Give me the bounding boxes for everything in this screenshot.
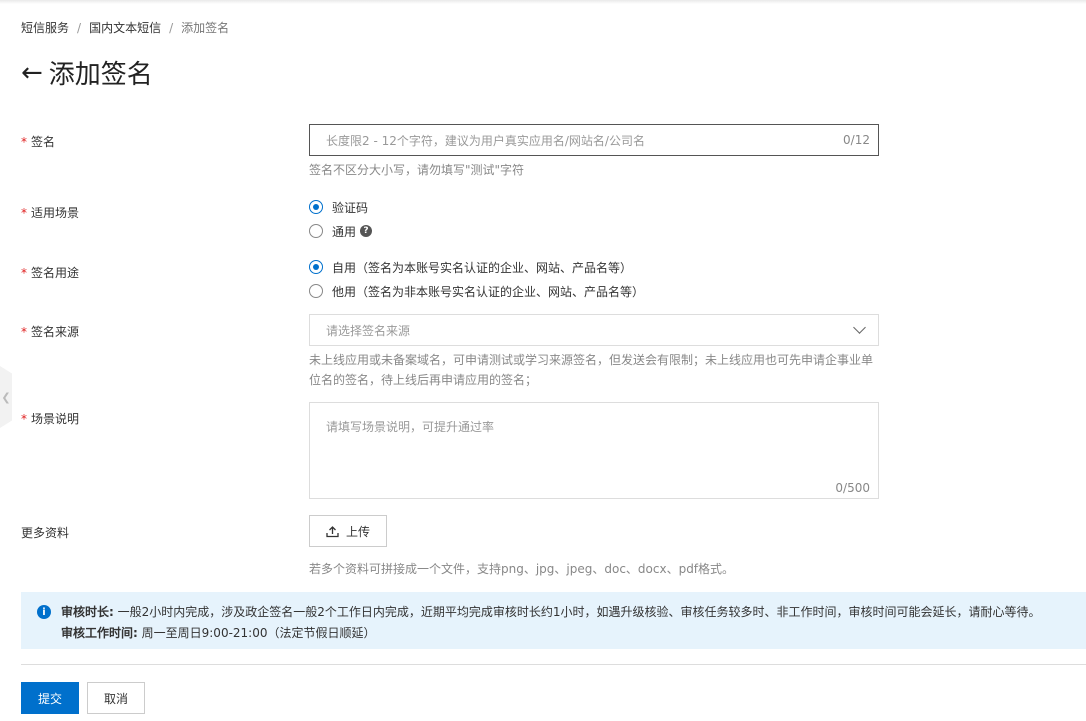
submit-button[interactable]: 提交	[21, 682, 79, 714]
description-counter: 0/500	[835, 481, 870, 495]
review-duration-line: 审核时长: 一般2小时内完成，涉及政企签名一般2个工作日内完成，近期平均完成审核…	[61, 605, 1041, 619]
info-icon: i	[37, 605, 51, 619]
purpose-option-others[interactable]: 他用（签名为非本账号实名认证的企业、网站、产品名等）	[309, 280, 644, 302]
scene-label: * 适用场景	[21, 206, 80, 220]
signature-counter: 0/12	[843, 133, 870, 147]
breadcrumb-separator: /	[77, 20, 82, 35]
upload-button[interactable]: 上传	[309, 515, 387, 547]
signature-help: 签名不区分大小写，请勿填写"测试"字符	[309, 163, 525, 177]
breadcrumb-item-current: 添加签名	[181, 21, 230, 35]
source-placeholder: 请选择签名来源	[326, 323, 411, 338]
signature-input[interactable]: 长度限2 - 12个字符，建议为用户真实应用名/网站名/公司名 0/12	[309, 124, 879, 156]
breadcrumb: 短信服务 / 国内文本短信 / 添加签名	[21, 19, 229, 36]
help-question-icon[interactable]: ?	[360, 225, 373, 237]
review-notice: i 审核时长: 一般2小时内完成，涉及政企签名一般2个工作日内完成，近期平均完成…	[21, 592, 1086, 649]
page-title: 添加签名	[48, 60, 153, 90]
side-collapse-tab[interactable]: ❮	[0, 366, 12, 428]
cancel-button[interactable]: 取消	[87, 682, 145, 714]
breadcrumb-item-sms-service[interactable]: 短信服务	[21, 19, 69, 36]
upload-icon	[326, 525, 339, 537]
more-help: 若多个资料可拼接成一个文件，支持png、jpg、jpeg、doc、docx、pd…	[309, 562, 735, 576]
source-label: * 签名来源	[21, 325, 80, 339]
back-arrow-icon[interactable]: ←	[21, 60, 43, 86]
radio-checked-icon	[309, 260, 323, 274]
divider	[21, 664, 1086, 665]
breadcrumb-item-domestic-sms[interactable]: 国内文本短信	[89, 19, 161, 36]
radio-unchecked-icon	[309, 224, 323, 238]
description-textarea[interactable]: 请填写场景说明，可提升通过率 0/500	[309, 402, 879, 499]
chevron-down-icon	[853, 321, 866, 334]
required-mark: *	[21, 412, 27, 426]
page-header: ← 添加签名	[21, 54, 153, 91]
radio-checked-icon	[309, 200, 323, 214]
purpose-option-self[interactable]: 自用（签名为本账号实名认证的企业、网站、产品名等）	[309, 256, 644, 278]
required-mark: *	[21, 135, 27, 149]
required-mark: *	[21, 266, 27, 280]
source-select[interactable]: 请选择签名来源	[309, 314, 879, 346]
required-mark: *	[21, 325, 27, 339]
signature-placeholder: 长度限2 - 12个字符，建议为用户真实应用名/网站名/公司名	[326, 133, 645, 148]
source-help: 未上线应用或未备案域名，可申请测试或学习来源签名，但发送会有限制；未上线应用也可…	[309, 353, 874, 387]
top-shadow	[0, 0, 1086, 4]
review-hours-line: 审核工作时间: 周一至周日9:00-21:00（法定节假日顺延）	[61, 626, 376, 640]
breadcrumb-separator: /	[169, 20, 174, 35]
more-label: 更多资料	[21, 526, 70, 540]
required-mark: *	[21, 206, 27, 220]
scene-option-general[interactable]: 通用 ?	[309, 220, 373, 242]
description-placeholder: 请填写场景说明，可提升通过率	[326, 420, 495, 434]
radio-unchecked-icon	[309, 284, 323, 298]
description-label: * 场景说明	[21, 412, 80, 426]
purpose-label: * 签名用途	[21, 266, 80, 280]
chevron-left-icon: ❮	[1, 390, 11, 404]
signature-label: * 签名	[21, 135, 56, 149]
scene-option-verification[interactable]: 验证码	[309, 196, 372, 218]
